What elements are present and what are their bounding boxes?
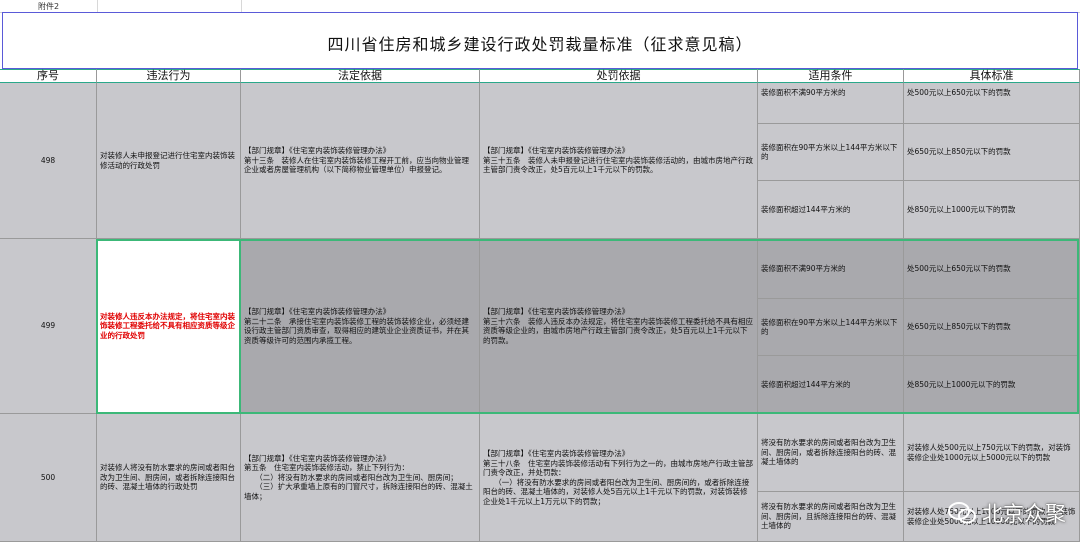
standard-cell[interactable]: 处500元以上650元以下的罚款 [904, 83, 1080, 124]
condition-text: 装修面积在90平方米以上144平方米以下的 [761, 317, 898, 337]
penalty-basis-cell[interactable]: 【部门规章】《住宅室内装饰装修管理办法》 第三十六条 装修人违反本办法规定，将住… [480, 239, 758, 414]
condition-cell[interactable]: 装修面积不满90平方米的 [758, 83, 904, 124]
condition-text: 装修面积超过144平方米的 [761, 379, 851, 389]
standard-cell[interactable]: 处850元以上1000元以下的罚款 [904, 356, 1080, 414]
legal-basis-text: 【部门规章】《住宅室内装饰装修管理办法》 第五条 住宅室内装饰装修活动，禁止下列… [244, 453, 473, 501]
standard-text: 处850元以上1000元以下的罚款 [907, 204, 1016, 214]
header-legal-basis[interactable]: 法定依据 [241, 69, 480, 83]
penalty-basis-text: 【部门规章】《住宅室内装饰装修管理办法》 第三十六条 装修人违反本办法规定，将住… [483, 307, 753, 345]
attachment-label: 附件2 [38, 2, 60, 11]
legal-basis-cell[interactable]: 【部门规章】《住宅室内装饰装修管理办法》 第十三条 装修人在住宅室内装饰装修工程… [241, 83, 480, 239]
violation-cell[interactable]: 对装修人违反本办法规定，将住宅室内装饰装修工程委托给不具有相应资质等级企业的行政… [97, 239, 241, 414]
violation-cell[interactable]: 对装修人将没有防水要求的房间或者阳台改为卫生间、厨房间，或者拆除连接阳台的砖、混… [97, 414, 241, 542]
standard-cell[interactable]: 处500元以上650元以下的罚款 [904, 239, 1080, 299]
condition-cell[interactable]: 装修面积在90平方米以上144平方米以下的 [758, 124, 904, 181]
header-standard[interactable]: 具体标准 [904, 69, 1080, 83]
row-number[interactable]: 499 [0, 239, 97, 414]
wechat-icon [948, 502, 976, 524]
condition-text: 将没有防水要求的房间或者阳台改为卫生间、厨房间，或者拆除连接阳台的砖、混凝土墙体… [761, 438, 896, 467]
watermark-text: 北京众聚 [982, 502, 1066, 526]
header-violation[interactable]: 违法行为 [97, 69, 241, 83]
row-number[interactable]: 498 [0, 83, 97, 239]
penalty-basis-cell[interactable]: 【部门规章】《住宅室内装饰装修管理办法》 第三十八条 住宅室内装饰装修活动有下列… [480, 414, 758, 542]
standard-text: 处650元以上850元以下的罚款 [907, 147, 1011, 157]
condition-cell[interactable]: 装修面积超过144平方米的 [758, 356, 904, 414]
penalty-basis-text: 【部门规章】《住宅室内装饰装修管理办法》 第三十五条 装修人未申报登记进行住宅室… [483, 146, 753, 175]
violation-text: 对装修人将没有防水要求的房间或者阳台改为卫生间、厨房间，或者拆除连接阳台的砖、混… [100, 463, 235, 492]
violation-text: 对装修人未申报登记进行住宅室内装饰装修活动的行政处罚 [100, 151, 235, 170]
penalty-basis-text: 【部门规章】《住宅室内装饰装修管理办法》 第三十八条 住宅室内装饰装修活动有下列… [483, 449, 753, 506]
condition-cell[interactable]: 装修面积在90平方米以上144平方米以下的 [758, 299, 904, 356]
header-conditions[interactable]: 适用条件 [758, 69, 904, 83]
condition-cell[interactable]: 将没有防水要求的房间或者阳台改为卫生间、厨房间，且拆除连接阳台的砖、混凝土墙体的 [758, 492, 904, 542]
standard-text: 处850元以上1000元以下的罚款 [907, 379, 1016, 389]
violation-cell[interactable]: 对装修人未申报登记进行住宅室内装饰装修活动的行政处罚 [97, 83, 241, 239]
standard-text: 对装修人处500元以上750元以下的罚款，对装饰装修企业处1000元以上5000… [907, 443, 1071, 462]
legal-basis-text: 【部门规章】《住宅室内装饰装修管理办法》 第二十二条 承接住宅室内装饰装修工程的… [244, 307, 469, 345]
condition-text: 装修面积超过144平方米的 [761, 204, 851, 214]
condition-cell[interactable]: 装修面积不满90平方米的 [758, 239, 904, 299]
legal-basis-cell[interactable]: 【部门规章】《住宅室内装饰装修管理办法》 第五条 住宅室内装饰装修活动，禁止下列… [241, 414, 480, 542]
legal-basis-cell[interactable]: 【部门规章】《住宅室内装饰装修管理办法》 第二十二条 承接住宅室内装饰装修工程的… [241, 239, 480, 414]
page-title: 四川省住房和城乡建设行政处罚裁量标准（征求意见稿） [327, 35, 753, 54]
strip-divider [241, 0, 242, 12]
standard-cell[interactable]: 处650元以上850元以下的罚款 [904, 299, 1080, 356]
row-number[interactable]: 500 [0, 414, 97, 542]
strip-divider [97, 0, 98, 12]
header-no[interactable]: 序号 [0, 69, 97, 83]
watermark: 北京众聚 [948, 498, 1066, 528]
standard-cell[interactable]: 处850元以上1000元以下的罚款 [904, 181, 1080, 239]
legal-basis-text: 【部门规章】《住宅室内装饰装修管理办法》 第十三条 装修人在住宅室内装饰装修工程… [244, 146, 469, 175]
standard-text: 处650元以上850元以下的罚款 [907, 322, 1011, 332]
condition-text: 将没有防水要求的房间或者阳台改为卫生间、厨房间，且拆除连接阳台的砖、混凝土墙体的 [761, 502, 896, 531]
condition-cell[interactable]: 装修面积超过144平方米的 [758, 181, 904, 239]
standard-cell[interactable]: 处650元以上850元以下的罚款 [904, 124, 1080, 181]
condition-text: 装修面积在90平方米以上144平方米以下的 [761, 142, 898, 162]
condition-cell[interactable]: 将没有防水要求的房间或者阳台改为卫生间、厨房间，或者拆除连接阳台的砖、混凝土墙体… [758, 414, 904, 492]
violation-text: 对装修人违反本办法规定，将住宅室内装饰装修工程委托给不具有相应资质等级企业的行政… [100, 311, 235, 340]
condition-text: 装修面积不满90平方米的 [761, 263, 846, 273]
penalty-basis-cell[interactable]: 【部门规章】《住宅室内装饰装修管理办法》 第三十五条 装修人未申报登记进行住宅室… [480, 83, 758, 239]
title-box[interactable]: 四川省住房和城乡建设行政处罚裁量标准（征求意见稿） [2, 12, 1078, 69]
standard-text: 处500元以上650元以下的罚款 [907, 263, 1011, 273]
standard-cell[interactable]: 对装修人处500元以上750元以下的罚款，对装饰装修企业处1000元以上5000… [904, 414, 1080, 492]
header-penalty-basis[interactable]: 处罚依据 [480, 69, 758, 83]
